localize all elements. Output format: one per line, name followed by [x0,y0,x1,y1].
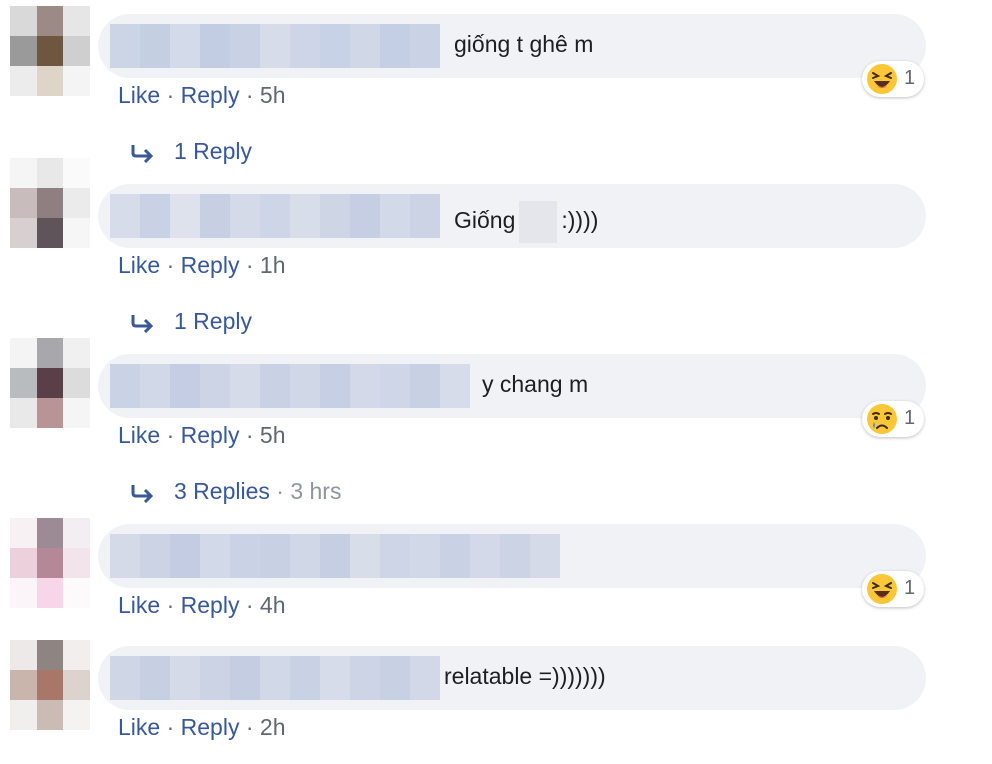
comment-actions: Like · Reply · 4h [118,592,286,619]
reaction-count: 1 [904,67,916,89]
avatar[interactable] [10,518,90,608]
separator: · [166,82,175,108]
comment-actions: Like · Reply · 1h [118,252,286,279]
view-replies-link[interactable]: 3 Replies · 3 hrs [130,478,341,505]
avatar[interactable] [10,640,90,730]
reply-link[interactable]: Reply [181,714,240,740]
comment-bubble: Giống:)))) [98,184,926,248]
separator: · [166,592,175,618]
comment-text-part: :)))) [561,207,599,234]
separator: · [245,252,254,278]
laughing-emoji-icon [867,574,897,604]
reply-link[interactable]: Reply [181,592,240,618]
blurred-name [110,656,440,700]
reply-link[interactable]: Reply [181,82,240,108]
comment-bubble [98,524,926,588]
reaction-count: 1 [904,577,916,599]
like-link[interactable]: Like [118,82,160,108]
separator: · [245,422,254,448]
laughing-emoji-icon [867,64,897,94]
avatar[interactable] [10,338,90,428]
like-link[interactable]: Like [118,252,160,278]
separator: · [166,252,175,278]
blurred-name [110,194,440,238]
comment-text: Giống:)))) [454,201,598,243]
reaction-badge[interactable]: 1 [862,401,924,437]
censored-word [519,201,558,243]
view-replies-link[interactable]: 1 Reply [130,308,252,335]
replies-count[interactable]: 1 Reply [174,308,252,334]
like-link[interactable]: Like [118,422,160,448]
separator: · [166,422,175,448]
blurred-name [110,364,470,408]
reply-link[interactable]: Reply [181,252,240,278]
separator: · [245,592,254,618]
comment-bubble: relatable =))))))) [98,646,926,710]
blurred-name [110,24,440,68]
blurred-name [110,534,560,578]
comment-bubble: giống t ghê m [98,14,926,78]
reply-arrow-icon [131,144,154,163]
comment-text: y chang m [482,371,589,397]
like-link[interactable]: Like [118,714,160,740]
comment-actions: Like · Reply · 5h [118,422,286,449]
comment-text: giống t ghê m [454,31,594,57]
comment-text-part: Giống [454,207,516,234]
avatar[interactable] [10,158,90,248]
timestamp[interactable]: 5h [260,422,286,448]
timestamp[interactable]: 4h [260,592,286,618]
separator: · [245,714,254,740]
comment-bubble: y chang m [98,354,926,418]
sad-crying-emoji-icon [867,404,897,434]
reaction-badge[interactable]: 1 [862,61,924,97]
comment-actions: Like · Reply · 5h [118,82,286,109]
timestamp[interactable]: 1h [260,252,286,278]
reaction-badge[interactable]: 1 [862,571,924,607]
replies-count[interactable]: 3 Replies [174,478,270,504]
reaction-count: 1 [904,407,916,429]
comment-actions: Like · Reply · 2h [118,714,286,741]
like-link[interactable]: Like [118,592,160,618]
comment-text: relatable =))))))) [444,663,606,689]
replies-count[interactable]: 1 Reply [174,138,252,164]
reply-arrow-icon [131,314,154,333]
separator: · [245,82,254,108]
reply-arrow-icon [131,484,154,503]
avatar[interactable] [10,6,90,96]
replies-time: · 3 hrs [276,478,342,504]
reply-link[interactable]: Reply [181,422,240,448]
timestamp[interactable]: 5h [260,82,286,108]
timestamp[interactable]: 2h [260,714,286,740]
separator: · [166,714,175,740]
view-replies-link[interactable]: 1 Reply [130,138,252,165]
